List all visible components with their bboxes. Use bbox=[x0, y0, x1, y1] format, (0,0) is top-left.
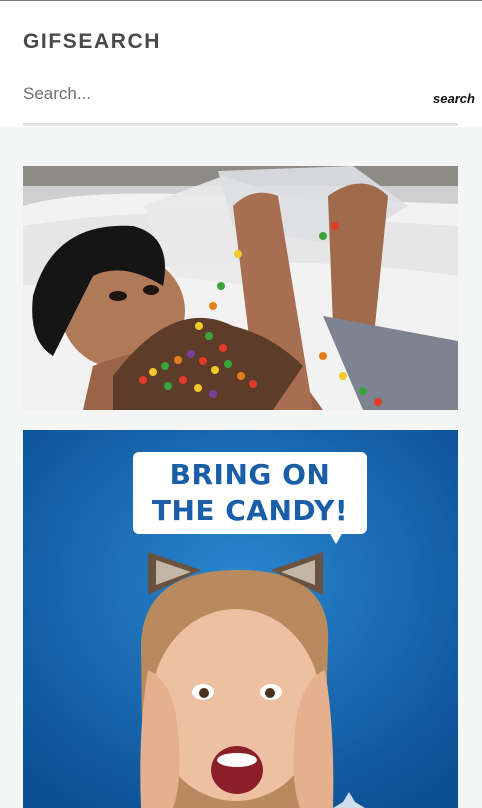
gif-image-candy-bathtub bbox=[23, 166, 458, 410]
header: GIFSEARCH search bbox=[0, 0, 482, 127]
search-button[interactable]: search bbox=[433, 91, 475, 106]
gifsearch-app: GIFSEARCH search bbox=[0, 0, 482, 808]
gif-caption-bring-on-the-candy: BRING ON THE CANDY! bbox=[133, 452, 367, 544]
search-underline bbox=[23, 123, 458, 126]
gif-result-bring-on-the-candy[interactable]: BRING ON THE CANDY! bbox=[23, 430, 458, 808]
gif-caption-line-1: BRING ON bbox=[169, 458, 331, 491]
app-title: GIFSEARCH bbox=[23, 30, 162, 53]
gif-caption-line-2: THE CANDY! bbox=[151, 494, 349, 527]
gif-results: BRING ON THE CANDY! bbox=[0, 127, 482, 808]
search-input[interactable] bbox=[23, 79, 423, 109]
gif-result-candy-bathtub[interactable] bbox=[23, 166, 458, 410]
